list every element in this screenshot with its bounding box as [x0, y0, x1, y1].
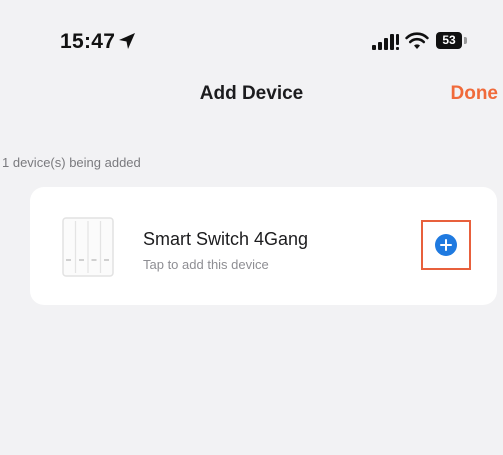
add-device-screen: 15:47 53 Add Device Done 1 device(s) bei… — [0, 0, 503, 455]
device-name: Smart Switch 4Gang — [143, 229, 309, 249]
done-button[interactable]: Done — [451, 83, 499, 105]
smart-switch-device-icon — [62, 217, 114, 277]
add-device-button[interactable] — [435, 234, 457, 256]
battery-indicator: 53 — [436, 32, 462, 49]
page-title: Add Device — [199, 83, 304, 104]
cellular-signal-icon — [372, 34, 399, 50]
wifi-icon — [405, 32, 429, 49]
device-card[interactable]: Smart Switch 4Gang Tap to add this devic… — [30, 187, 497, 305]
battery-cap — [464, 37, 467, 44]
location-arrow-icon — [119, 33, 135, 49]
status-bar: 15:47 53 — [0, 0, 503, 70]
devices-being-added-caption: 1 device(s) being added — [2, 155, 141, 170]
device-hint: Tap to add this device — [143, 257, 269, 272]
status-time: 15:47 — [60, 30, 116, 53]
